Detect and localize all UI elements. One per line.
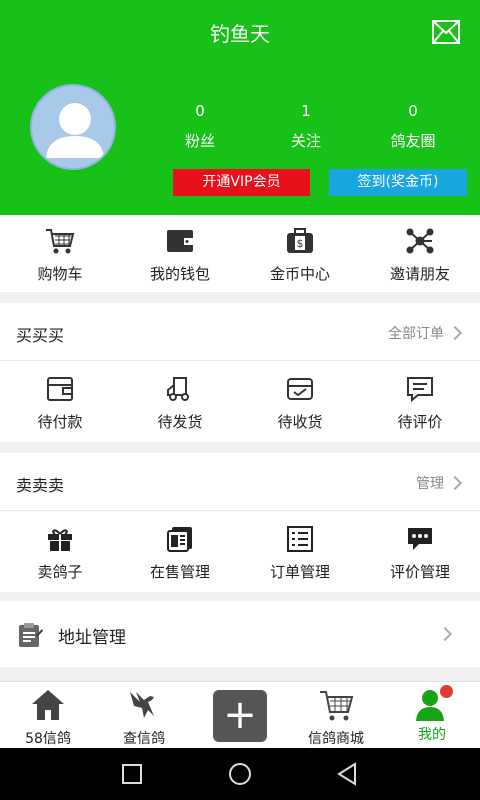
pending-payment[interactable]: 待付款 xyxy=(0,373,120,432)
sell-section-title: 卖卖卖 xyxy=(16,476,65,495)
home-icon xyxy=(0,688,96,726)
user-icon xyxy=(414,685,453,722)
plus-icon: + xyxy=(223,692,257,738)
sell-section: 卖卖卖 管理 卖鸽子 在售管理 订单管理 评价管理 xyxy=(0,453,480,592)
chevron-right-icon xyxy=(437,626,453,642)
order-manage-label: 订单管理 xyxy=(269,563,330,581)
order-list-icon xyxy=(284,523,316,555)
nav-mall[interactable]: 信鸽商城 xyxy=(288,688,384,748)
pending-review[interactable]: 待评价 xyxy=(360,373,480,432)
gift-icon xyxy=(44,523,76,555)
invite-friends-icon xyxy=(404,225,436,257)
circle-count: 0 xyxy=(408,102,418,120)
following-label: 关注 xyxy=(290,132,321,150)
buy-section-title: 买买买 xyxy=(16,326,65,345)
back-icon[interactable] xyxy=(336,762,358,790)
vip-button[interactable]: 开通VIP会员 xyxy=(173,169,310,196)
pending-review-icon xyxy=(404,373,436,405)
stat-fans[interactable]: 0 粉丝 xyxy=(160,102,240,151)
sell-pigeon-label: 卖鸽子 xyxy=(37,563,83,581)
nav-home-label: 58信鸽 xyxy=(25,731,71,747)
all-orders-link[interactable]: 全部订单 xyxy=(388,323,463,343)
system-nav-bar xyxy=(0,748,480,800)
review-manage-label: 评价管理 xyxy=(389,563,450,581)
nav-mine[interactable]: 我的 xyxy=(384,685,480,744)
sign-in-button[interactable]: 签到(奖金币) xyxy=(329,169,467,196)
mail-icon[interactable] xyxy=(432,20,460,44)
clipboard-icon xyxy=(16,621,44,653)
fans-label: 粉丝 xyxy=(184,132,215,150)
on-sale-label: 在售管理 xyxy=(149,563,210,581)
bird-icon xyxy=(96,688,192,726)
pending-shipment[interactable]: 待发货 xyxy=(120,373,240,432)
following-count: 1 xyxy=(301,102,311,120)
svg-text:$: $ xyxy=(297,237,304,250)
quick-wallet[interactable]: 我的钱包 xyxy=(120,225,240,284)
quick-cart-label: 购物车 xyxy=(37,265,83,283)
notification-dot xyxy=(440,685,453,698)
shopping-cart-icon xyxy=(44,225,76,257)
manage-label: 管理 xyxy=(416,476,444,492)
wallet-icon xyxy=(164,225,196,257)
review-manage[interactable]: 评价管理 xyxy=(360,523,480,582)
page-title: 钓鱼天 xyxy=(210,22,270,46)
pending-payment-icon xyxy=(44,373,76,405)
comment-icon xyxy=(404,523,436,555)
nav-home[interactable]: 58信鸽 xyxy=(0,688,96,748)
coin-center-icon: $ xyxy=(284,225,316,257)
nav-mine-label: 我的 xyxy=(418,727,446,743)
quick-invite[interactable]: 邀请朋友 xyxy=(360,225,480,284)
nav-mall-label: 信鸽商城 xyxy=(308,731,364,747)
recent-apps-icon[interactable] xyxy=(121,763,143,789)
chevron-right-icon xyxy=(447,325,463,341)
pending-payment-label: 待付款 xyxy=(37,413,83,431)
quick-wallet-label: 我的钱包 xyxy=(149,265,210,283)
pending-receipt-label: 待收货 xyxy=(277,413,323,431)
sell-section-header: 卖卖卖 管理 xyxy=(0,453,480,511)
circle-label: 鸽友圈 xyxy=(390,132,436,150)
home-circle-icon[interactable] xyxy=(228,762,252,790)
quick-invite-label: 邀请朋友 xyxy=(389,265,450,283)
sell-pigeon[interactable]: 卖鸽子 xyxy=(0,523,120,582)
address-management-row[interactable]: 地址管理 xyxy=(0,601,480,667)
fans-count: 0 xyxy=(195,102,205,120)
stat-following[interactable]: 1 关注 xyxy=(266,102,346,151)
bottom-nav: 58信鸽 查信鸽 + 信鸽商城 我的 xyxy=(0,681,480,748)
nav-search-pigeon-label: 查信鸽 xyxy=(123,731,165,747)
manage-link[interactable]: 管理 xyxy=(416,473,463,493)
nav-search-pigeon[interactable]: 查信鸽 xyxy=(96,688,192,748)
order-manage[interactable]: 订单管理 xyxy=(240,523,360,582)
buy-section-header: 买买买 全部订单 xyxy=(0,303,480,361)
quick-coin-center-label: 金币中心 xyxy=(269,265,330,283)
profile-header: 钓鱼天 0 粉丝 1 关注 0 鸽友圈 开通VIP会员 签到(奖金币) xyxy=(0,0,480,215)
address-label: 地址管理 xyxy=(58,628,126,648)
pending-receipt[interactable]: 待收货 xyxy=(240,373,360,432)
all-orders-label: 全部订单 xyxy=(388,326,444,342)
avatar[interactable] xyxy=(30,84,116,170)
pending-review-label: 待评价 xyxy=(397,413,443,431)
on-sale-icon xyxy=(164,523,196,555)
buy-section: 买买买 全部订单 待付款 待发货 待收货 待评价 xyxy=(0,303,480,442)
pending-shipment-icon xyxy=(164,373,196,405)
chevron-right-icon xyxy=(447,475,463,491)
quick-actions: 购物车 我的钱包 $ 金币中心 邀请朋友 xyxy=(0,215,480,292)
pending-shipment-label: 待发货 xyxy=(157,413,203,431)
cart-icon xyxy=(288,688,384,726)
pending-receipt-icon xyxy=(284,373,316,405)
quick-coin-center[interactable]: $ 金币中心 xyxy=(240,225,360,284)
on-sale-manage[interactable]: 在售管理 xyxy=(120,523,240,582)
quick-cart[interactable]: 购物车 xyxy=(0,225,120,284)
stat-circle[interactable]: 0 鸽友圈 xyxy=(373,102,453,151)
add-button[interactable]: + xyxy=(213,690,267,742)
